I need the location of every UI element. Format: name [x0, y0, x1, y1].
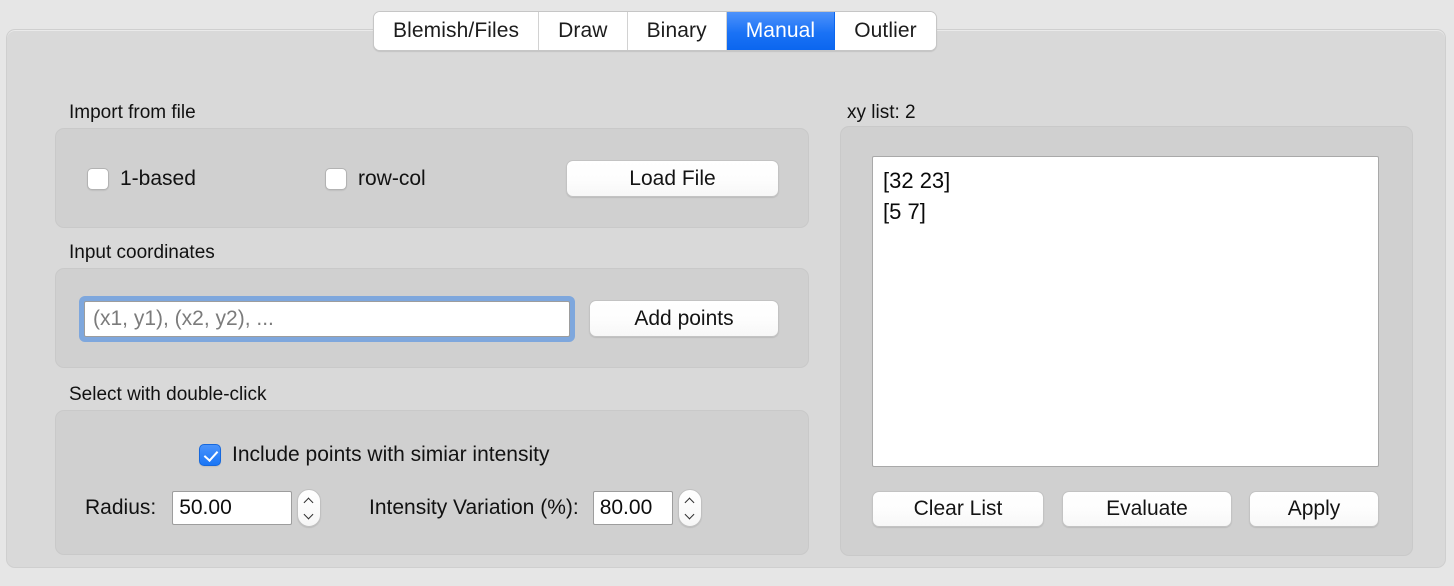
xy-list-label: xy list: 2: [847, 102, 916, 123]
load-file-button[interactable]: Load File: [566, 160, 779, 197]
row-col-checkbox[interactable]: [325, 168, 347, 190]
one-based-label: 1-based: [120, 167, 196, 190]
clear-list-button[interactable]: Clear List: [872, 491, 1044, 527]
radius-label: Radius:: [85, 496, 157, 519]
tab-bar: Blemish/Files Draw Binary Manual Outlier: [373, 11, 937, 51]
coordinates-input[interactable]: [84, 301, 570, 337]
intensity-variation-row: Intensity Variation (%):: [369, 489, 702, 527]
tab-draw[interactable]: Draw: [539, 12, 628, 50]
intensity-variation-input[interactable]: [592, 491, 673, 525]
list-item: [5 7]: [883, 199, 926, 224]
evaluate-button[interactable]: Evaluate: [1062, 491, 1232, 527]
intensity-variation-label: Intensity Variation (%):: [369, 496, 579, 519]
radius-row: Radius:: [85, 489, 322, 527]
include-similar-intensity-label: Include points with simiar intensity: [232, 443, 550, 466]
intensity-variation-stepper[interactable]: [677, 489, 702, 527]
manual-tab-panel: Blemish/Files Draw Binary Manual Outlier…: [0, 0, 1454, 586]
radius-input[interactable]: [172, 491, 293, 525]
tab-binary[interactable]: Binary: [627, 12, 727, 50]
row-col-label: row-col: [358, 167, 426, 190]
chevron-down-icon[interactable]: [305, 511, 314, 520]
add-points-button[interactable]: Add points: [589, 300, 779, 337]
one-based-checkbox[interactable]: [87, 168, 109, 190]
apply-button[interactable]: Apply: [1249, 491, 1379, 527]
list-item: [32 23]: [883, 168, 951, 193]
panel-container: Import from file 1-based row-col Load Fi…: [6, 29, 1446, 568]
one-based-checkbox-row[interactable]: 1-based: [87, 167, 196, 191]
include-similar-intensity-row[interactable]: Include points with simiar intensity: [199, 443, 549, 467]
tab-outlier[interactable]: Outlier: [835, 12, 936, 50]
chevron-up-icon[interactable]: [685, 497, 694, 506]
input-coordinates-label: Input coordinates: [69, 242, 215, 263]
xy-list-box[interactable]: [32 23] [5 7]: [872, 156, 1379, 467]
select-double-click-groupbox: [55, 410, 809, 555]
row-col-checkbox-row[interactable]: row-col: [325, 167, 426, 191]
select-double-click-label: Select with double-click: [69, 384, 267, 405]
coordinates-input-wrapper: [79, 296, 575, 342]
tab-manual[interactable]: Manual: [726, 12, 836, 50]
chevron-down-icon[interactable]: [685, 511, 694, 520]
tab-blemish-files[interactable]: Blemish/Files: [374, 12, 540, 50]
import-section-label: Import from file: [69, 102, 196, 123]
include-similar-intensity-checkbox[interactable]: [199, 444, 221, 466]
radius-stepper[interactable]: [297, 489, 322, 527]
chevron-up-icon[interactable]: [305, 497, 314, 506]
